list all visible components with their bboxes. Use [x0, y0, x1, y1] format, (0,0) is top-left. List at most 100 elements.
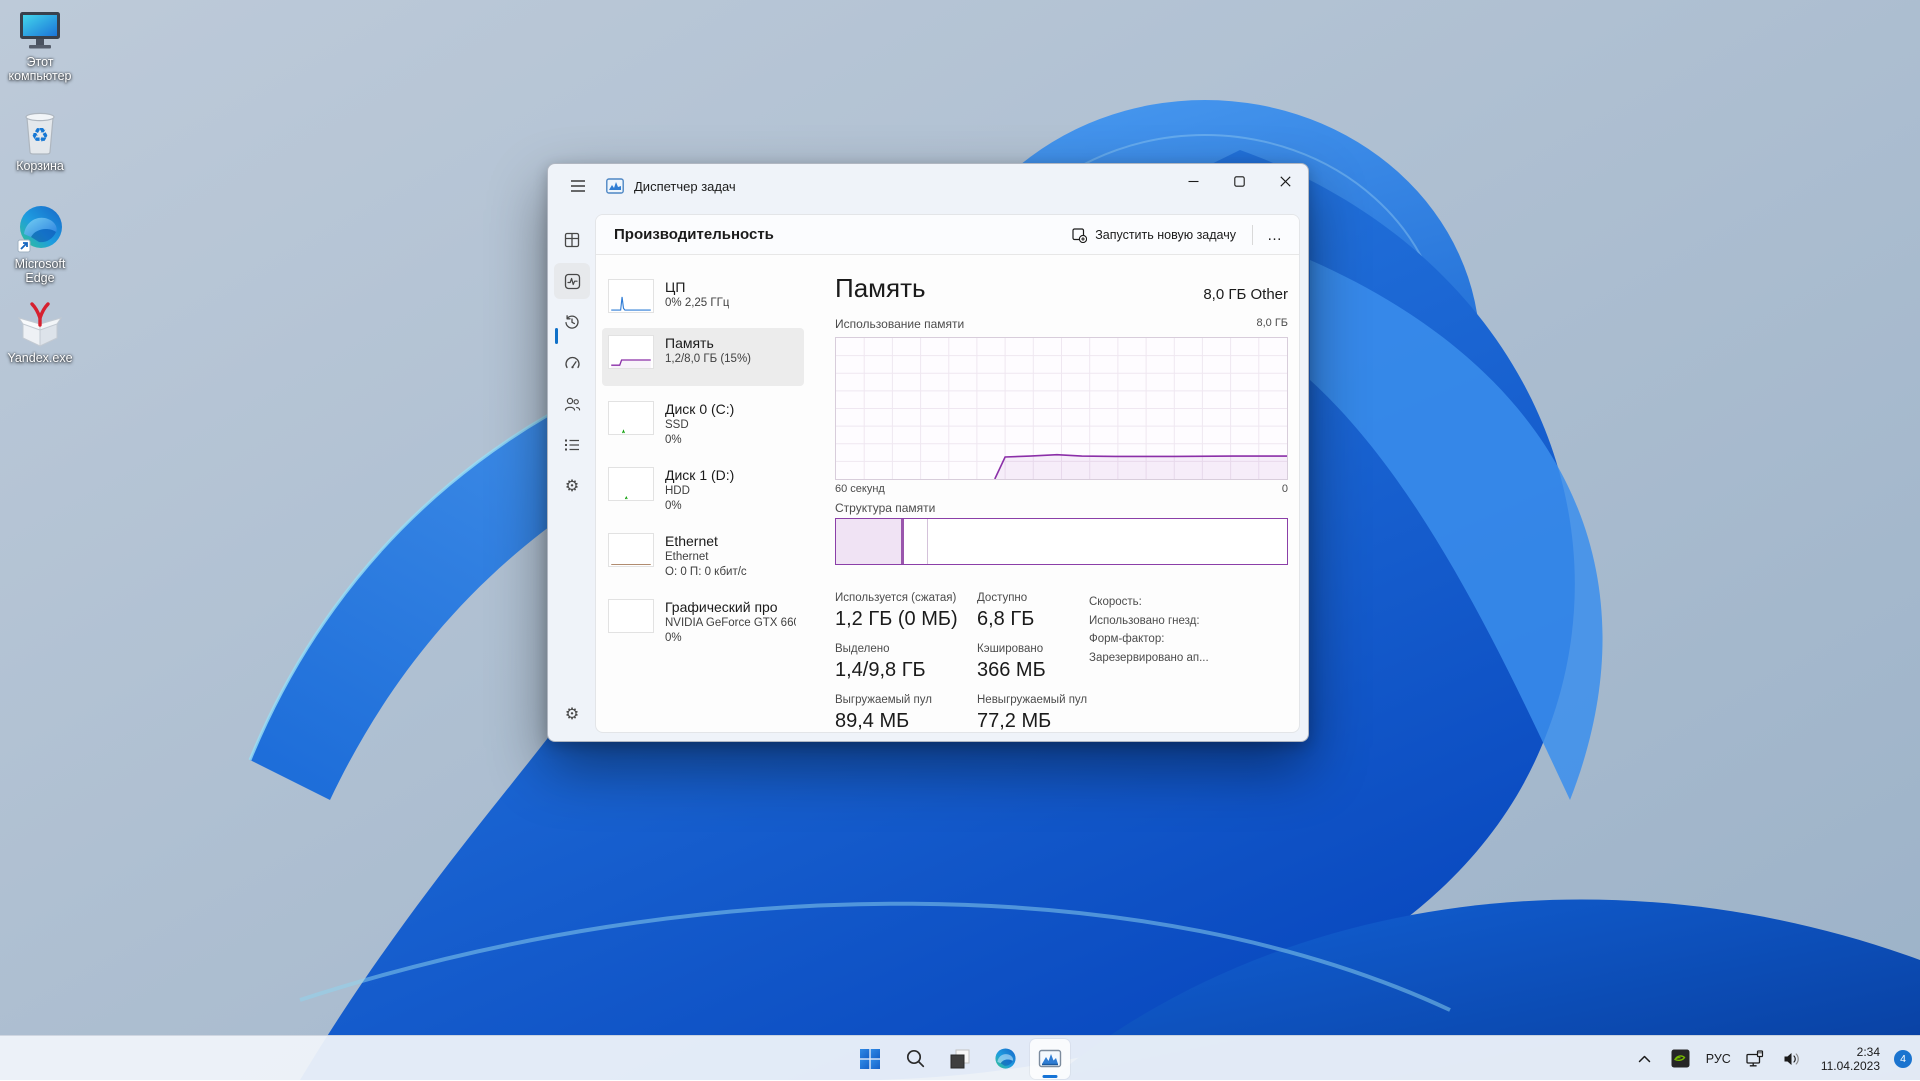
ethernet-mini-chart	[608, 533, 654, 567]
device-row-gpu[interactable]: Графический про NVIDIA GeForce GTX 660 0…	[602, 592, 804, 652]
device-row-memory[interactable]: Память 1,2/8,0 ГБ (15%)	[602, 328, 804, 386]
windows-start-icon	[859, 1048, 881, 1070]
tray-nvidia-button[interactable]	[1666, 1042, 1696, 1076]
close-button[interactable]	[1262, 164, 1308, 198]
rail-item-services[interactable]: ⚙	[554, 467, 590, 503]
chevron-up-icon	[1638, 1054, 1651, 1064]
details-icon	[564, 438, 580, 452]
device-title: Память	[665, 335, 751, 352]
run-new-task-button[interactable]: Запустить новую задачу	[1062, 222, 1246, 249]
edge-icon	[994, 1047, 1017, 1070]
memory-detail-pane: Память 8,0 ГБ Other Использование памяти…	[835, 255, 1299, 732]
edge-taskbar-button[interactable]	[985, 1039, 1025, 1079]
speaker-icon	[1783, 1051, 1801, 1067]
tray-show-hidden-button[interactable]	[1630, 1042, 1660, 1076]
time-axis-right: 0	[1282, 483, 1288, 495]
device-detail: 0% 2,25 ГГц	[665, 296, 729, 311]
file-explorer-icon	[949, 1048, 971, 1070]
device-title: Диск 0 (C:)	[665, 401, 734, 418]
maximize-icon	[1234, 176, 1245, 187]
tray-network-button[interactable]	[1741, 1042, 1771, 1076]
device-row-cpu[interactable]: ЦП 0% 2,25 ГГц	[602, 272, 804, 320]
stat-non-paged-pool: Невыгружаемый пул 77,2 МБ	[977, 693, 1087, 733]
tray-clock-button[interactable]: 2:34 11.04.2023	[1813, 1042, 1888, 1076]
device-row-disk1[interactable]: Диск 1 (D:) HDD 0%	[602, 460, 804, 520]
minimize-button[interactable]	[1170, 164, 1216, 198]
stat-cached: Кэшировано 366 МБ	[977, 642, 1087, 683]
header-separator	[1252, 225, 1253, 245]
rail-item-details[interactable]	[554, 427, 590, 463]
start-button[interactable]	[850, 1039, 890, 1079]
device-title: Диск 1 (D:)	[665, 467, 734, 484]
device-title: Графический про	[665, 599, 796, 616]
settings-gear-icon: ⚙	[565, 704, 579, 723]
device-detail: HDD	[665, 484, 734, 499]
device-title: ЦП	[665, 279, 729, 296]
performance-device-list: ЦП 0% 2,25 ГГц Память 1,2/8,0 ГБ (15%)	[602, 267, 808, 732]
more-options-button[interactable]: …	[1259, 221, 1291, 249]
desktop-icon-edge[interactable]: Microsoft Edge	[2, 204, 78, 285]
notification-badge[interactable]: 4	[1894, 1050, 1912, 1068]
language-indicator: РУС	[1706, 1052, 1731, 1066]
nvidia-icon	[1671, 1049, 1690, 1068]
device-row-ethernet[interactable]: Ethernet Ethernet О: 0 П: 0 кбит/с	[602, 526, 804, 586]
desktop-icon-label: Microsoft Edge	[2, 257, 78, 285]
desktop-icon-label: Этот компьютер	[2, 55, 78, 83]
rail-item-processes[interactable]	[554, 222, 590, 258]
device-detail: 0%	[665, 631, 796, 646]
minimize-icon	[1188, 176, 1199, 187]
composition-in-use-segment	[836, 519, 904, 564]
usage-chart-max: 8,0 ГБ	[1256, 317, 1288, 331]
svg-text:♻: ♻	[31, 123, 49, 147]
maximize-button[interactable]	[1216, 164, 1262, 198]
task-manager-app-icon	[606, 177, 624, 195]
time-axis-left: 60 секунд	[835, 483, 885, 495]
close-icon	[1280, 176, 1291, 187]
task-manager-icon	[1038, 1047, 1062, 1071]
taskbar: РУС 2:34 11.04.2023 4	[0, 1035, 1920, 1080]
rail-item-settings[interactable]: ⚙	[554, 695, 590, 731]
tray-language-button[interactable]: РУС	[1702, 1042, 1735, 1076]
memory-mini-chart	[608, 335, 654, 369]
rail-item-app-history[interactable]	[554, 304, 590, 340]
desktop-icon-yandex[interactable]: Yandex.exe	[2, 300, 78, 365]
file-explorer-button[interactable]	[940, 1039, 980, 1079]
task-manager-window: Диспетчер задач	[547, 163, 1309, 742]
device-detail: 0%	[665, 499, 734, 514]
search-button[interactable]	[895, 1039, 935, 1079]
device-detail: Ethernet	[665, 550, 747, 565]
navigation-rail: ⚙ ⚙	[548, 208, 595, 741]
stat-paged-pool: Выгружаемый пул 89,4 МБ	[835, 693, 977, 733]
device-row-disk0[interactable]: Диск 0 (C:) SSD 0%	[602, 394, 804, 454]
recycle-bin-icon: ♻	[19, 108, 61, 156]
nav-menu-button[interactable]	[560, 170, 596, 202]
edge-icon	[16, 204, 64, 254]
stat-in-use: Используется (сжатая) 1,2 ГБ (0 МБ)	[835, 591, 977, 632]
rail-item-performance[interactable]	[554, 263, 590, 299]
memory-stats: Используется (сжатая) 1,2 ГБ (0 МБ) Дост…	[835, 591, 1087, 733]
disk1-mini-chart	[608, 467, 654, 501]
device-detail: SSD	[665, 418, 734, 433]
yandex-icon	[17, 300, 63, 348]
desktop-icon-this-pc[interactable]: Этот компьютер	[2, 10, 78, 83]
this-pc-icon	[17, 10, 63, 52]
gpu-mini-chart	[608, 599, 654, 633]
titlebar: Диспетчер задач	[548, 164, 1308, 208]
panel-header: Производительность Запустить новую задач…	[596, 215, 1299, 255]
active-app-indicator	[1043, 1075, 1058, 1078]
memory-usage-chart	[835, 337, 1288, 480]
task-manager-taskbar-button[interactable]	[1030, 1039, 1070, 1079]
rail-item-startup-apps[interactable]	[554, 345, 590, 381]
startup-apps-icon	[564, 355, 581, 372]
memory-capacity: 8,0 ГБ Other	[1203, 286, 1288, 303]
composition-standby-segment	[904, 519, 928, 564]
device-detail: 1,2/8,0 ГБ (15%)	[665, 352, 751, 367]
run-new-task-label: Запустить новую задачу	[1095, 228, 1236, 242]
services-icon: ⚙	[565, 476, 579, 495]
content-panel: Производительность Запустить новую задач…	[595, 214, 1300, 733]
tray-volume-button[interactable]	[1777, 1042, 1807, 1076]
rail-item-users[interactable]	[554, 386, 590, 422]
page-title: Производительность	[614, 226, 774, 243]
desktop-icon-recycle-bin[interactable]: ♻ Корзина	[2, 108, 78, 173]
device-title: Ethernet	[665, 533, 747, 550]
